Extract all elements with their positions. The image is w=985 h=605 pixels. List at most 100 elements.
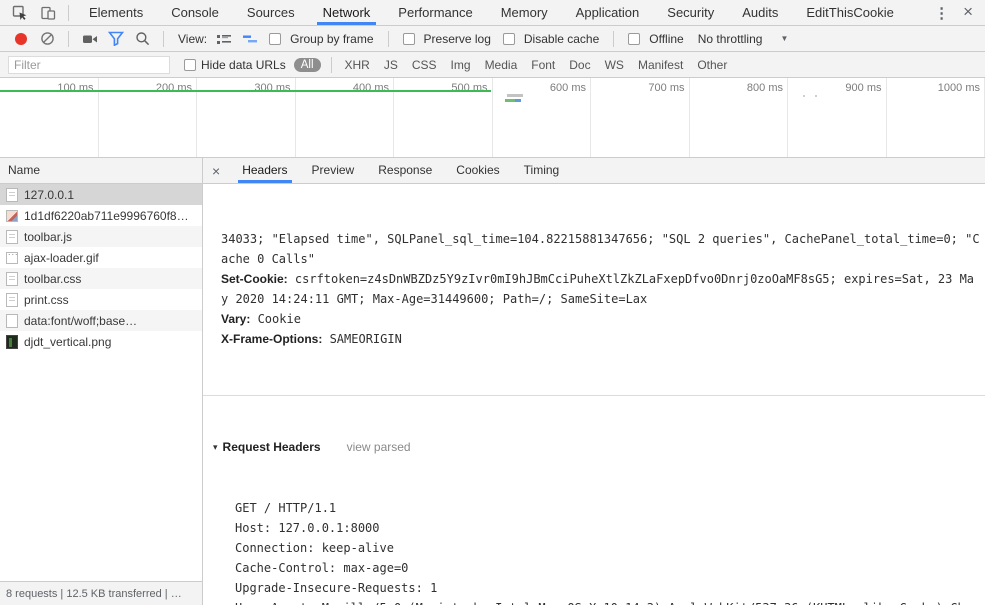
table-row[interactable]: toolbar.js bbox=[0, 226, 202, 247]
tab-memory[interactable]: Memory bbox=[487, 0, 562, 25]
overview-request-bar bbox=[507, 94, 523, 97]
overview-dot bbox=[803, 95, 805, 97]
device-toolbar-icon[interactable] bbox=[34, 1, 62, 25]
header-line: X-Frame-Options: SAMEORIGIN bbox=[221, 329, 985, 349]
header-value: y 2020 14:24:11 GMT; Max-Age=31449600; P… bbox=[221, 292, 648, 306]
disable-cache-checkbox[interactable] bbox=[502, 32, 515, 45]
table-row[interactable]: toolbar.css bbox=[0, 268, 202, 289]
table-row[interactable]: djdt_vertical.png bbox=[0, 331, 202, 352]
header-line: Host: 127.0.0.1:8000 bbox=[235, 521, 380, 535]
header-value: SAMEORIGIN bbox=[322, 332, 402, 346]
tab-console[interactable]: Console bbox=[157, 0, 233, 25]
filter-input[interactable] bbox=[8, 55, 170, 74]
header-line: User-Agent: Mozilla/5.0 (Macintosh; Inte… bbox=[221, 598, 985, 605]
document-icon bbox=[6, 292, 18, 307]
clear-icon[interactable] bbox=[36, 29, 58, 49]
request-name: djdt_vertical.png bbox=[24, 334, 112, 349]
filter-type-js[interactable]: JS bbox=[384, 58, 398, 72]
request-name: data:font/woff;base… bbox=[24, 313, 138, 328]
request-name: toolbar.js bbox=[24, 229, 73, 244]
tab-performance[interactable]: Performance bbox=[384, 0, 486, 25]
table-row[interactable]: ajax-loader.gif bbox=[0, 247, 202, 268]
view-label: View: bbox=[178, 31, 208, 46]
document-icon bbox=[6, 187, 18, 202]
devtools-tab-bar: Elements Console Sources Network Performance… bbox=[0, 0, 985, 26]
table-row[interactable]: 127.0.0.1 bbox=[0, 184, 202, 205]
header-value: 34033; "Elapsed time", SQLPanel_sql_time… bbox=[221, 232, 980, 246]
triangle-down-icon[interactable]: ▾ bbox=[213, 437, 218, 457]
throttling-select[interactable]: No throttling bbox=[698, 32, 763, 46]
details-tab-cookies[interactable]: Cookies bbox=[444, 158, 511, 183]
close-details-icon[interactable]: × bbox=[203, 163, 230, 179]
divider bbox=[68, 4, 69, 21]
tab-security[interactable]: Security bbox=[653, 0, 728, 25]
preserve-log-label: Preserve log bbox=[423, 31, 491, 46]
search-icon[interactable] bbox=[131, 29, 153, 49]
filter-type-all[interactable]: All bbox=[293, 57, 321, 72]
tab-editthiscookie[interactable]: EditThisCookie bbox=[792, 0, 907, 25]
header-name: Vary: bbox=[221, 312, 251, 326]
header-value: ache 0 Calls" bbox=[221, 252, 315, 266]
details-tab-bar: × Headers Preview Response Cookies Timing bbox=[203, 158, 985, 184]
tab-application[interactable]: Application bbox=[562, 0, 654, 25]
tab-audits[interactable]: Audits bbox=[728, 0, 792, 25]
filter-type-img[interactable]: Img bbox=[451, 58, 471, 72]
show-overview-icon[interactable] bbox=[239, 29, 261, 49]
timeline-tick: 600 ms bbox=[493, 78, 591, 157]
header-line: y 2020 14:24:11 GMT; Max-Age=31449600; P… bbox=[221, 289, 985, 309]
filter-type-xhr[interactable]: XHR bbox=[345, 58, 370, 72]
header-value: csrftoken=z4sDnWBZDz5Y9zIvr0mI9hJBmCciPu… bbox=[287, 272, 975, 286]
table-row[interactable]: data:font/woff;base… bbox=[0, 310, 202, 331]
filter-type-css[interactable]: CSS bbox=[412, 58, 437, 72]
tab-sources[interactable]: Sources bbox=[233, 0, 309, 25]
details-tab-headers[interactable]: Headers bbox=[230, 158, 299, 183]
filter-type-manifest[interactable]: Manifest bbox=[638, 58, 683, 72]
header-line: 34033; "Elapsed time", SQLPanel_sql_time… bbox=[221, 229, 985, 249]
tab-network[interactable]: Network bbox=[309, 0, 385, 25]
network-summary-bar: 8 requests | 12.5 KB transferred | … bbox=[0, 581, 202, 605]
offline-checkbox[interactable] bbox=[628, 32, 641, 45]
kebab-menu-icon[interactable]: ⋮ bbox=[924, 4, 959, 22]
filter-type-list: XHR JS CSS Img Media Font Doc WS Manifest Other bbox=[338, 58, 735, 72]
name-column-header[interactable]: Name bbox=[0, 158, 202, 184]
hide-data-urls-checkbox[interactable] bbox=[184, 58, 196, 71]
network-toolbar: View: Group by frame Preserve log Disabl… bbox=[0, 26, 985, 52]
details-tab-timing[interactable]: Timing bbox=[512, 158, 572, 183]
filter-type-ws[interactable]: WS bbox=[605, 58, 624, 72]
screenshot-capture-icon[interactable] bbox=[79, 29, 101, 49]
chevron-down-icon[interactable]: ▼ bbox=[780, 34, 788, 43]
view-parsed-link[interactable]: view parsed bbox=[347, 437, 411, 457]
header-name: X-Frame-Options: bbox=[221, 332, 323, 346]
headers-content: 34033; "Elapsed time", SQLPanel_sql_time… bbox=[203, 184, 985, 605]
header-line: Set-Cookie: csrftoken=z4sDnWBZDz5Y9zIvr0… bbox=[221, 269, 985, 289]
header-value: Cookie bbox=[250, 312, 301, 326]
filter-icon[interactable] bbox=[105, 29, 127, 49]
filter-type-doc[interactable]: Doc bbox=[569, 58, 590, 72]
filter-type-font[interactable]: Font bbox=[531, 58, 555, 72]
inspect-element-icon[interactable] bbox=[6, 1, 34, 25]
large-request-rows-icon[interactable] bbox=[213, 29, 235, 49]
details-tab-preview[interactable]: Preview bbox=[300, 158, 367, 183]
filter-type-other[interactable]: Other bbox=[697, 58, 727, 72]
divider bbox=[68, 30, 69, 47]
details-tab-response[interactable]: Response bbox=[366, 158, 444, 183]
record-button[interactable] bbox=[10, 29, 32, 49]
divider bbox=[330, 56, 332, 73]
table-row[interactable]: print.css bbox=[0, 289, 202, 310]
filter-type-media[interactable]: Media bbox=[485, 58, 518, 72]
tab-elements[interactable]: Elements bbox=[75, 0, 157, 25]
preserve-log-checkbox[interactable] bbox=[402, 32, 415, 45]
header-line: Upgrade-Insecure-Requests: 1 bbox=[235, 581, 438, 595]
table-row[interactable]: 1d1df6220ab711e9996760f8… bbox=[0, 205, 202, 226]
close-devtools-icon[interactable]: × bbox=[959, 2, 985, 24]
group-by-frame-checkbox[interactable] bbox=[269, 32, 282, 45]
image-dots-icon bbox=[6, 247, 19, 264]
request-headers-lines: GET / HTTP/1.1 Host: 127.0.0.1:8000 Connec… bbox=[221, 498, 985, 605]
divider bbox=[163, 30, 164, 47]
header-line: Cache-Control: max-age=0 bbox=[235, 561, 409, 575]
request-name: 127.0.0.1 bbox=[24, 187, 75, 202]
timeline-tick: 900 ms bbox=[788, 78, 887, 157]
timeline-overview[interactable]: 100 ms 200 ms 300 ms 400 ms 500 ms 600 ms 700 … bbox=[0, 78, 985, 158]
request-name: 1d1df6220ab711e9996760f8… bbox=[24, 208, 189, 223]
request-headers-title[interactable]: Request Headers bbox=[223, 437, 321, 457]
